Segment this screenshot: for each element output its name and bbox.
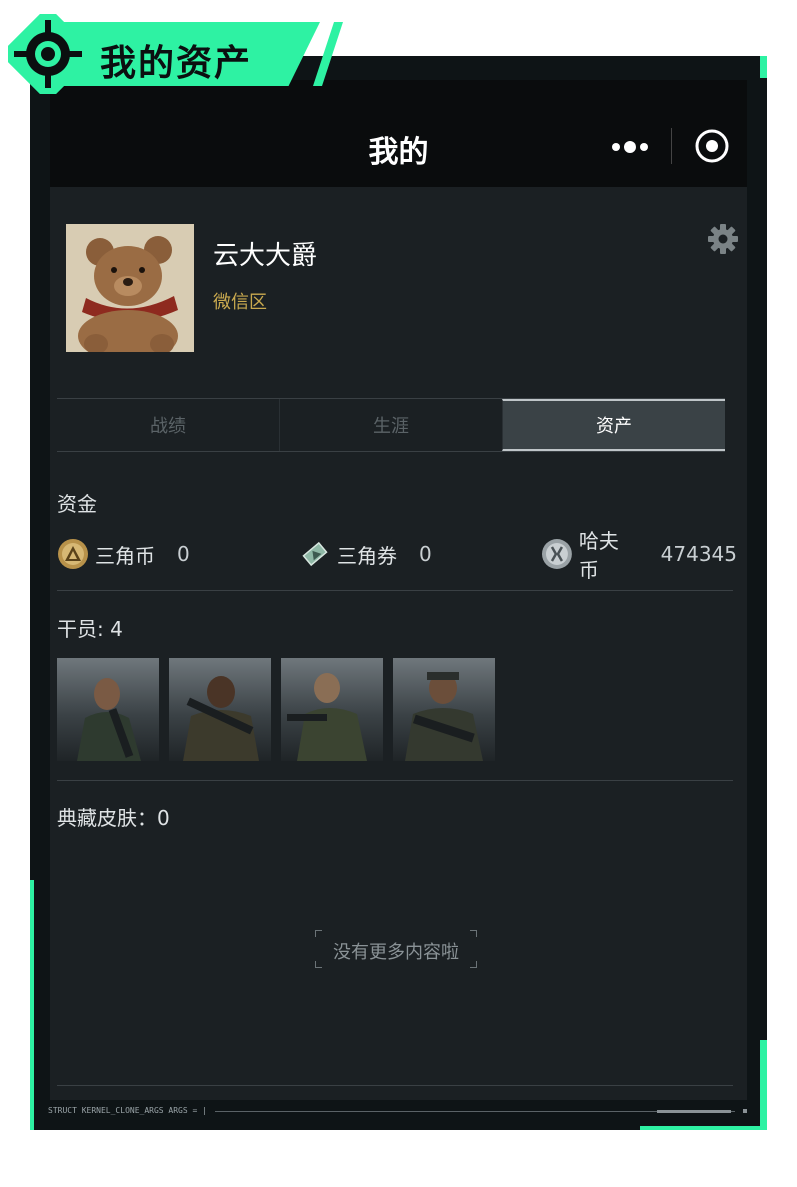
tab-record[interactable]: 战绩 [57, 399, 279, 451]
operator-portrait-icon [287, 673, 367, 761]
footer-code-bar: STRUCT KERNEL_CLONE_ARGS ARGS = | [40, 1104, 757, 1118]
tab-assets[interactable]: 资产 [502, 399, 725, 451]
tab-career[interactable]: 生涯 [279, 399, 502, 451]
footer-line-accent [657, 1110, 731, 1113]
triangle-ticket-icon [302, 541, 328, 567]
currency-name: 三角币 [95, 543, 155, 568]
havoc-coin-icon [541, 539, 572, 569]
operator-list [57, 658, 495, 761]
frame-accent-right-bottom [760, 1040, 767, 1130]
skins-title: 典藏皮肤：0 [57, 806, 170, 830]
operator-portrait-icon [405, 672, 483, 761]
avatar[interactable] [66, 224, 194, 352]
currency-item: 三角券 0 [299, 536, 432, 572]
currency-item: 三角币 0 [57, 536, 190, 572]
frame-accent-left [30, 880, 34, 1130]
header-badge: 我的资产 [8, 14, 343, 94]
footer-dot [743, 1109, 747, 1113]
crosshair-icon [8, 14, 88, 94]
currency-name: 三角券 [337, 543, 397, 568]
operator-card[interactable] [57, 658, 159, 761]
section-divider [57, 1085, 733, 1086]
frame-accent-bottom [640, 1126, 767, 1130]
banner-title: 我的资产 [100, 43, 253, 84]
operator-portrait-icon [77, 678, 141, 761]
funds-title: 资金 [57, 492, 97, 516]
empty-message: 没有更多内容啦 [333, 942, 459, 963]
close-mini-program-icon[interactable] [694, 128, 730, 164]
currency-value: 0 [177, 542, 190, 566]
currency-value: 474345 [660, 542, 737, 566]
username: 云大大爵 [213, 241, 318, 271]
operator-card[interactable] [169, 658, 271, 761]
frame-accent-right-top [760, 56, 767, 78]
bracket-corner [470, 930, 477, 937]
zone-label: 微信区 [213, 292, 267, 313]
section-divider [57, 780, 733, 781]
navigation-bar: 我的 [50, 80, 747, 187]
operators-title: 干员: 4 [57, 617, 123, 641]
triangle-coin-icon [58, 539, 88, 569]
more-icon[interactable] [608, 132, 658, 162]
teddy-bear-avatar-icon [66, 224, 194, 352]
section-divider [57, 590, 733, 591]
tab-bar: 战绩 生涯 资产 [57, 398, 725, 452]
currency-row: 三角币 0 三角券 0 哈夫币 474345 [57, 529, 737, 582]
bracket-corner [315, 930, 322, 937]
operator-portrait-icon [183, 676, 259, 761]
settings-gear-icon[interactable] [706, 222, 740, 256]
operator-card[interactable] [393, 658, 495, 761]
footer-code: STRUCT KERNEL_CLONE_ARGS ARGS = | [48, 1106, 207, 1115]
operator-card[interactable] [281, 658, 383, 761]
currency-item: 哈夫币 474345 [541, 529, 737, 582]
empty-state: 没有更多内容啦 [315, 930, 477, 968]
badge-stripe [313, 22, 343, 86]
capsule-divider [671, 128, 672, 164]
app-screen: 我的 云大大爵 微信区 战绩 生涯 资产 资金 三角币 0 三角券 0 哈夫币 … [50, 80, 747, 1100]
currency-name: 哈夫币 [578, 529, 619, 582]
currency-value: 0 [419, 542, 432, 566]
